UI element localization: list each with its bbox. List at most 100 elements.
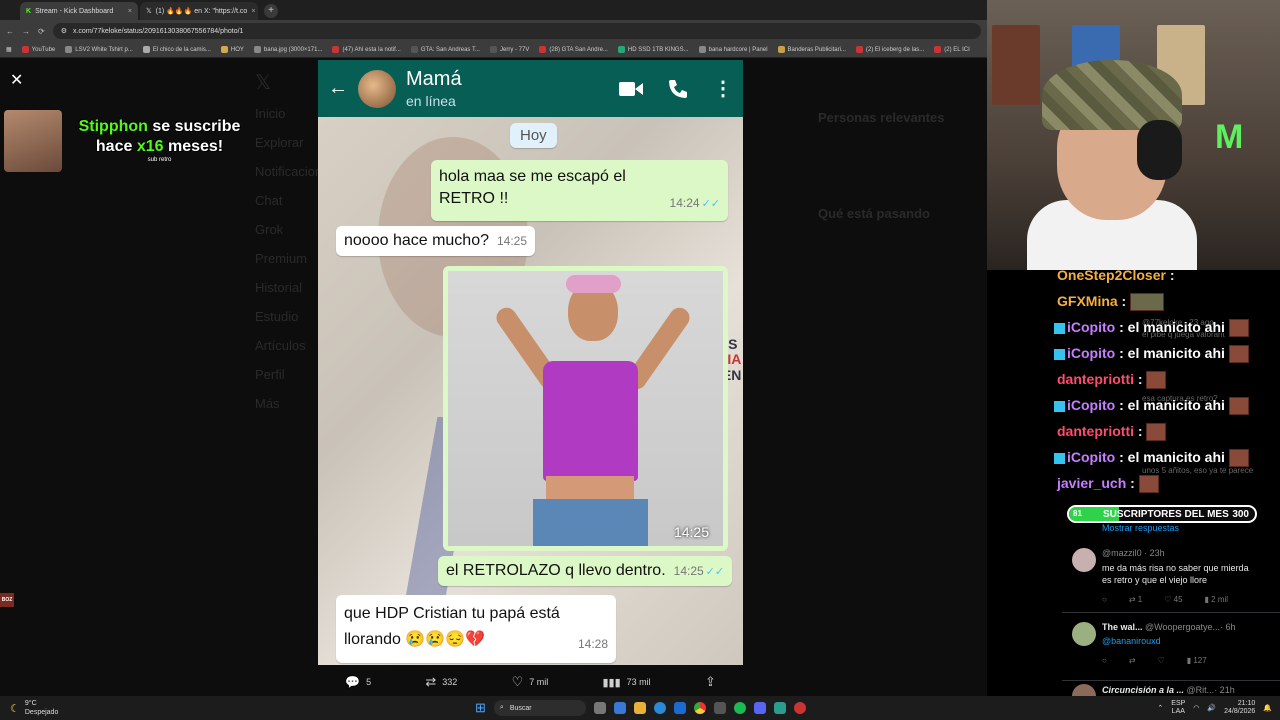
photo-time: 14:25 <box>673 524 709 540</box>
chat-username[interactable]: dantepriotti <box>1057 371 1134 387</box>
taskbar-search[interactable]: ⌕ Buscar <box>493 700 586 716</box>
relevant-people-title: Personas relevantes <box>818 110 945 125</box>
site-info-icon[interactable]: ⚙ <box>61 27 67 35</box>
divider <box>1062 612 1280 613</box>
app-icon[interactable] <box>713 702 726 714</box>
new-tab-button[interactable]: + <box>264 4 278 18</box>
bookmark-item[interactable]: bana hardcore | Panel <box>698 46 768 53</box>
reply-author[interactable]: Circuncisión a la ... <box>1102 685 1184 695</box>
like-count: 7 mil <box>529 677 549 687</box>
bookmark-icon <box>142 46 150 53</box>
tab-x-post[interactable]: 𝕏 (1) 🔥🔥🔥 en X: "https://t.co × <box>140 2 258 20</box>
reply-icon[interactable]: ○ <box>1102 656 1107 665</box>
bookmark-item[interactable]: Banderas Publicitari... <box>777 46 846 53</box>
chat-message: dantepriotti : <box>1057 371 1167 390</box>
chat-username[interactable]: iCopito <box>1067 449 1115 465</box>
divider <box>1062 680 1280 681</box>
bookmark-item[interactable]: Jerry - 77V <box>489 46 529 53</box>
bookmark-item[interactable]: YouTube <box>21 46 55 53</box>
bookmark-item[interactable]: bana.jpg (3000×171... <box>253 46 322 53</box>
obs-icon[interactable] <box>793 702 806 714</box>
task-view-icon[interactable] <box>593 702 606 714</box>
views-button[interactable]: ▮ 127 <box>1187 656 1207 665</box>
chat-message: iCopito : el manicito ahi <box>1054 449 1249 468</box>
tab-kick-dashboard[interactable]: K Stream - Kick Dashboard × <box>20 2 138 20</box>
message-text: el RETROLAZO q llevo dentro. <box>446 562 666 579</box>
tab-close-icon[interactable]: × <box>251 8 255 15</box>
chevron-up-icon[interactable]: ⌃ <box>1157 704 1163 712</box>
chat-text: : el manicito ahi <box>1115 319 1225 335</box>
apps-icon[interactable]: ▦ <box>6 46 12 53</box>
bookmark-item[interactable]: LSV2 White Tshirt p... <box>65 46 133 53</box>
bookmark-item[interactable]: El chico de la camis... <box>142 46 211 53</box>
reply-icon[interactable]: ○ <box>1102 595 1107 604</box>
heart-icon[interactable]: ♡ <box>1158 656 1165 665</box>
back-icon[interactable]: ← <box>6 27 14 36</box>
bookmark-item[interactable]: (47) Ahí esta la notif... <box>332 46 401 53</box>
retweet-icon: ⇄ <box>425 674 437 689</box>
views-button[interactable]: ▮▮▮ 73 mil <box>603 676 651 689</box>
file-explorer-icon[interactable] <box>633 702 646 714</box>
clock[interactable]: 21:10 24/8/2026 <box>1224 700 1255 716</box>
webcam-feed: M <box>987 0 1280 270</box>
reload-icon[interactable]: ⟳ <box>38 27 45 36</box>
language-indicator[interactable]: ESP LAA <box>1171 700 1185 716</box>
windows-start-icon[interactable]: ⊞ <box>475 700 486 716</box>
chat-text: : el manicito ahi <box>1115 397 1225 413</box>
spotify-icon[interactable] <box>733 702 746 714</box>
bookmark-item[interactable]: (2) EL ICI <box>934 46 970 53</box>
chrome-icon[interactable] <box>693 702 706 714</box>
chat-username[interactable]: dantepriotti <box>1057 423 1134 439</box>
chat-username[interactable]: javier_uch <box>1057 475 1126 491</box>
youtube-icon <box>934 46 942 53</box>
bookmark-item[interactable]: (28) GTA San Andre... <box>539 46 608 53</box>
chat-username[interactable]: iCopito <box>1067 345 1115 361</box>
wifi-icon[interactable]: ◠ <box>1193 704 1199 712</box>
forward-icon[interactable]: → <box>22 27 30 36</box>
contact-status: en línea <box>406 93 456 109</box>
back-arrow-icon: ← <box>328 77 348 99</box>
chat-username[interactable]: iCopito <box>1067 397 1115 413</box>
retweet-button[interactable]: ⇄ 332 <box>425 674 457 690</box>
chat-username[interactable]: GFXMina <box>1057 293 1118 309</box>
chat-username[interactable]: iCopito <box>1067 319 1115 335</box>
tab-close-icon[interactable]: × <box>128 8 132 15</box>
like-button[interactable]: ♡ 45 <box>1164 595 1182 604</box>
reply-mention[interactable]: @bananirouxd <box>1102 636 1161 646</box>
like-button[interactable]: ♡ 7 mil <box>512 674 549 690</box>
bookmark-folder[interactable]: HOY <box>220 46 244 53</box>
bookmark-item[interactable]: HD SSD 1TB KINGS... <box>617 46 689 53</box>
avatar <box>358 69 396 108</box>
chat-username[interactable]: OneStep2Closer <box>1057 270 1166 283</box>
retweet-button[interactable]: ⇄ 1 <box>1129 595 1142 604</box>
notification-icon[interactable]: 🔔 <box>1263 704 1272 712</box>
app-icon[interactable] <box>773 702 786 714</box>
show-replies-link[interactable]: Mostrar respuestas <box>1102 523 1179 533</box>
views-button[interactable]: ▮ 2 mil <box>1205 595 1229 604</box>
bookmark-icon <box>617 46 625 53</box>
edge-icon[interactable] <box>653 702 666 714</box>
bookmark-item[interactable]: GTA: San Andreas T... <box>410 46 480 53</box>
date-chip: Hoy <box>510 123 557 148</box>
sub-goal-current: 81 <box>1073 509 1082 518</box>
discord-icon[interactable] <box>753 702 766 714</box>
reply-author[interactable]: The wal... <box>1102 622 1143 632</box>
wall-poster <box>992 25 1040 105</box>
chat-text: : <box>1165 270 1175 283</box>
mail-icon[interactable] <box>613 702 626 714</box>
bookmark-item[interactable]: (2) El iceberg de las... <box>855 46 924 53</box>
share-button[interactable]: ⇪ <box>705 674 716 690</box>
volume-icon[interactable]: 🔊 <box>1207 704 1216 712</box>
headset-icon <box>1137 120 1182 180</box>
weather-widget[interactable]: ☾ 9°C Despejado <box>10 699 130 717</box>
stream-chat: @77keloke · 23 ago. el pibe q juega valo… <box>1050 270 1280 500</box>
url-field[interactable]: ⚙ x.com/77keloke/status/2091613038067556… <box>52 23 981 39</box>
search-icon: ⌕ <box>499 704 504 711</box>
youtube-icon <box>539 46 547 53</box>
retweet-count: 332 <box>442 677 458 687</box>
reply-button[interactable]: 💬 5 <box>345 675 371 689</box>
retweet-icon[interactable]: ⇄ <box>1129 656 1136 665</box>
store-icon[interactable] <box>673 702 686 714</box>
reply-author[interactable]: @mazzil0 <box>1102 548 1142 558</box>
close-icon[interactable]: ✕ <box>10 70 23 90</box>
